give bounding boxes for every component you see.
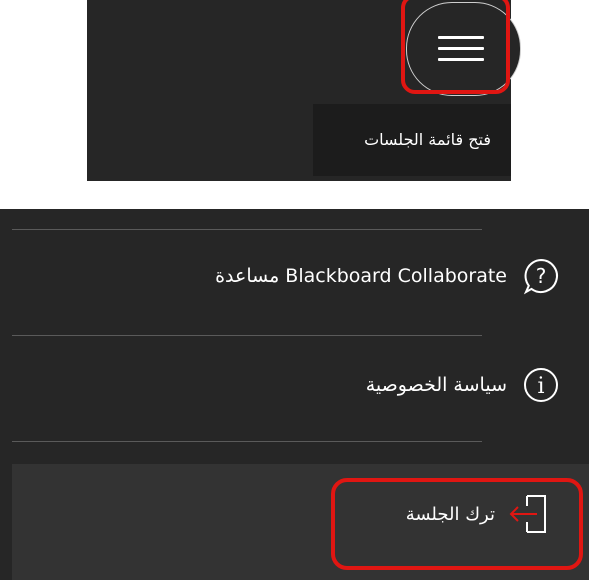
menu-divider: [12, 229, 482, 230]
menu-item-help-label: مساعدة Blackboard Collaborate: [215, 265, 507, 287]
help-circle-icon: ?: [521, 256, 561, 296]
svg-text:i: i: [537, 374, 544, 399]
leave-session-highlight: [331, 478, 583, 570]
menu-button-highlight: [401, 0, 510, 94]
menu-item-privacy-policy[interactable]: i سياسة الخصوصية: [366, 355, 561, 415]
svg-text:?: ?: [536, 264, 547, 288]
menu-divider: [12, 335, 482, 336]
tooltip-open-session-menu: فتح قائمة الجلسات: [313, 104, 511, 176]
tooltip-text: فتح قائمة الجلسات: [364, 130, 491, 149]
menu-item-privacy-label: سياسة الخصوصية: [365, 374, 507, 396]
menu-item-help[interactable]: ? مساعدة Blackboard Collaborate: [215, 246, 561, 306]
info-circle-icon: i: [521, 365, 561, 405]
menu-divider: [12, 441, 482, 442]
